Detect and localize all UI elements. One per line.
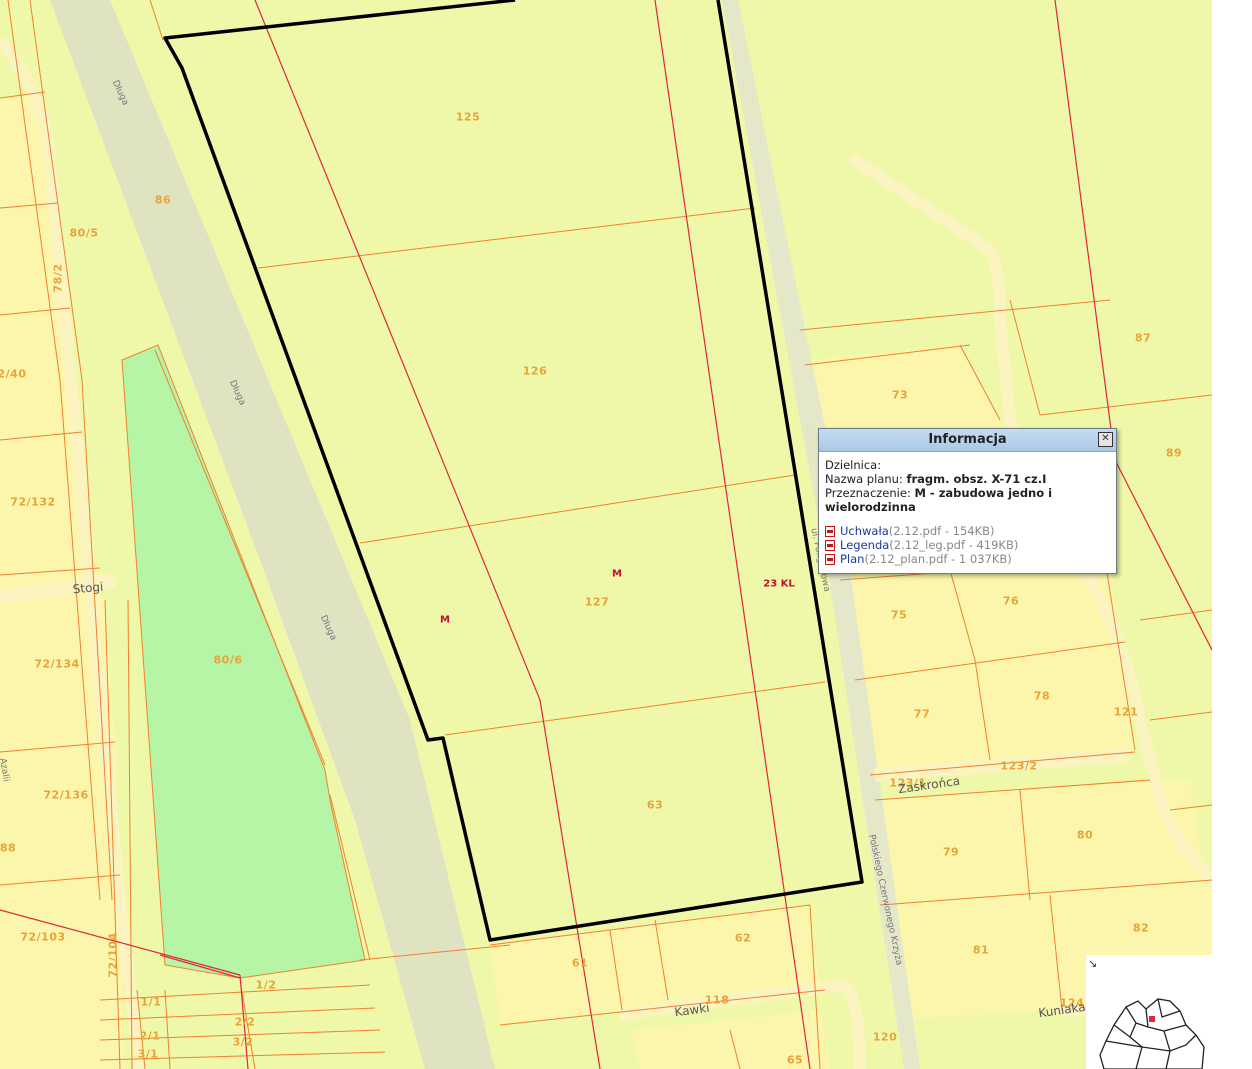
parcel-label: 120 xyxy=(872,1030,898,1044)
zone-label: M xyxy=(440,614,450,626)
parcel-label: 75 xyxy=(890,608,908,622)
map-canvas[interactable]: 125 126 127 63 62 61 86 80/5 78/2 2/40 7… xyxy=(0,0,1212,1069)
parcel-label: 123/2 xyxy=(1000,759,1038,773)
parcel-label: 77 xyxy=(913,707,931,721)
pdf-icon xyxy=(825,553,835,565)
parcel-label: 72/103 xyxy=(20,930,66,944)
file-row: Legenda (2.12_leg.pdf - 419KB) xyxy=(825,538,1110,552)
uchwala-link[interactable]: Uchwała xyxy=(840,524,889,538)
purpose-label: Przeznaczenie: xyxy=(825,486,911,500)
parcel-label: 87 xyxy=(1134,331,1152,345)
purpose-row: Przeznaczenie: M - zabudowa jedno i wiel… xyxy=(825,486,1110,514)
parcel-label: 81 xyxy=(972,943,990,957)
overview-map[interactable]: ↘ xyxy=(1086,955,1212,1069)
file-list: Uchwała (2.12.pdf - 154KB) Legenda (2.12_l… xyxy=(825,524,1110,566)
close-icon[interactable]: ✕ xyxy=(1098,432,1113,447)
pdf-icon xyxy=(825,539,835,551)
legenda-link[interactable]: Legenda xyxy=(840,538,889,552)
parcel-label: 65 xyxy=(786,1053,804,1067)
parcel-label: 121 xyxy=(1113,705,1139,719)
parcel-label: 72/134 xyxy=(34,657,80,671)
plan-name-value: fragm. obsz. X-71 cz.I xyxy=(906,472,1047,486)
pdf-icon xyxy=(825,525,835,537)
parcel-label: 73 xyxy=(891,388,909,402)
parcel-label: 72/132 xyxy=(10,495,56,509)
parcel-label: 80 xyxy=(1076,828,1094,842)
file-meta: (2.12_plan.pdf - 1 037KB) xyxy=(864,552,1012,566)
parcel-label: 78 xyxy=(1033,689,1051,703)
parcel-label: 61 xyxy=(571,956,589,970)
file-meta: (2.12.pdf - 154KB) xyxy=(888,524,995,538)
parcel-label: 80/6 xyxy=(213,653,243,667)
parcel-label: 82 xyxy=(1132,921,1150,935)
info-popup: Informacja ✕ Dzielnica: Nazwa planu: fra… xyxy=(818,428,1117,574)
parcel-label: 2/1 xyxy=(139,1029,161,1043)
parcel-label: 89 xyxy=(1165,446,1183,460)
parcel-label: 3/1 xyxy=(137,1047,159,1061)
district-row: Dzielnica: xyxy=(825,458,1110,472)
parcel-label: 2/2 xyxy=(234,1015,256,1029)
plan-name-label: Nazwa planu: xyxy=(825,472,903,486)
parcel-label: 62 xyxy=(734,931,752,945)
parcel-label: 127 xyxy=(584,595,610,609)
parcel-label: 126 xyxy=(522,364,548,378)
popup-body: Dzielnica: Nazwa planu: fragm. obsz. X-7… xyxy=(819,452,1116,566)
parcel-label: 88 xyxy=(0,841,17,855)
parcel-label: 2/40 xyxy=(0,367,27,381)
parcel-label: 125 xyxy=(455,110,481,124)
file-row: Plan (2.12_plan.pdf - 1 037KB) xyxy=(825,552,1110,566)
parcel-label: 72/104 xyxy=(106,932,120,978)
district-label: Dzielnica: xyxy=(825,458,882,472)
file-row: Uchwała (2.12.pdf - 154KB) xyxy=(825,524,1110,538)
parcel-label: 63 xyxy=(646,798,664,812)
zone-label: M xyxy=(612,568,622,580)
district-outline-icon xyxy=(1099,998,1205,1069)
parcel-label: 86 xyxy=(154,193,172,207)
street-label-stogi: Stogi xyxy=(72,579,104,597)
plan-link[interactable]: Plan xyxy=(840,552,864,566)
file-meta: (2.12_leg.pdf - 419KB) xyxy=(889,538,1019,552)
zone-label: 23 KL xyxy=(763,578,795,590)
parcel-label: 1/2 xyxy=(255,978,277,992)
parcel-label: 78/2 xyxy=(51,263,65,293)
parcel-label: 72/136 xyxy=(43,788,89,802)
parcel-label: 3/2 xyxy=(232,1035,254,1049)
parcel-label: 76 xyxy=(1002,594,1020,608)
popup-header: Informacja ✕ xyxy=(819,429,1116,452)
popup-title: Informacja xyxy=(928,432,1007,447)
parcel-label: 80/5 xyxy=(69,226,99,240)
plan-name-row: Nazwa planu: fragm. obsz. X-71 cz.I xyxy=(825,472,1110,486)
parcel-label: 1/1 xyxy=(140,995,162,1009)
parcel-label: 79 xyxy=(942,845,960,859)
